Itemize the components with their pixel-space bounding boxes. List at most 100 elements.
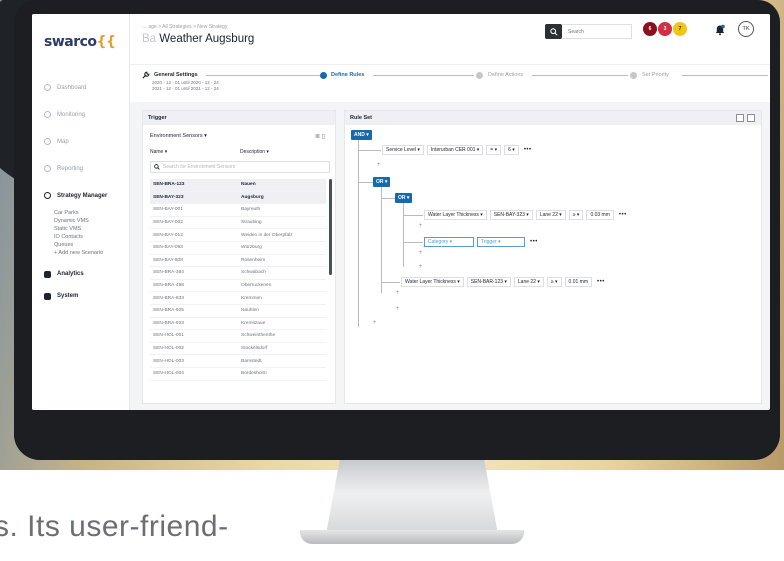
step-define-rules[interactable]: Define Rules (331, 72, 364, 78)
sensor-select[interactable]: SEN-BAY-323 ▾ (489, 210, 533, 220)
lane-select[interactable]: Lane 22 ▾ (513, 277, 544, 287)
sensor-search-placeholder: Search for Environment Sensors (163, 164, 236, 170)
stage: s. Its user-friend- swarco{{ Dashboard M… (0, 0, 784, 561)
sidebar-item-system[interactable]: System (32, 285, 130, 307)
table-row[interactable]: SEN-BAY-012 Weiden in der Oberpfalz (150, 229, 326, 242)
sidebar-item-monitoring[interactable]: Monitoring (32, 101, 130, 128)
sidebar-item-strategy-manager[interactable]: Strategy Manager (32, 182, 130, 209)
step-dot-define-actions[interactable] (476, 72, 483, 79)
field-select[interactable]: Service Level ▾ (382, 145, 424, 155)
more-icon[interactable]: ••• (619, 212, 627, 218)
table-row[interactable]: SEN-BRA-833 Kremmen (150, 292, 326, 305)
sensor-description: Stockelsdorf (241, 346, 268, 352)
scrollbar[interactable] (329, 179, 332, 275)
table-row[interactable]: SEN-BAY-323 Augsburg (150, 191, 326, 205)
table-row[interactable]: SEN-BAY-001 Bayreuth (150, 204, 326, 217)
rule-water-layer-2: Water Layer Thickness ▾ SEN-BAR-123 ▾ La… (401, 277, 605, 287)
tree-line (381, 187, 382, 293)
page-title-prefix: Ba (142, 33, 157, 45)
step-connector (532, 75, 628, 76)
table-row[interactable]: SEN-HOL-003 Barnstedt (150, 355, 326, 368)
split-view-icon[interactable] (736, 114, 744, 122)
value-input[interactable]: 0.03 mm (586, 210, 614, 220)
expand-icon[interactable] (747, 114, 755, 122)
field-select[interactable]: Water Layer Thickness ▾ (401, 277, 464, 287)
tree-line (358, 140, 359, 327)
table-row[interactable]: SEN-BRA-384 Schwabach (150, 267, 326, 280)
step-dot-define-rules[interactable] (320, 72, 327, 79)
avatar[interactable]: TK (738, 21, 754, 37)
operator-or[interactable]: OR ▾ (373, 177, 391, 187)
breadcrumb[interactable]: … age > All Strategies > New Strategy (142, 24, 227, 30)
table-row[interactable]: SEN-BAY-093 Würzburg (150, 242, 326, 255)
add-rule-icon[interactable]: + (394, 306, 401, 313)
more-icon[interactable]: ••• (524, 147, 532, 153)
ruleset-toolbar (733, 114, 755, 122)
list-view-icon[interactable]: ≣ ▯ (315, 133, 325, 140)
sensor-select[interactable]: SEN-BAR-123 ▾ (466, 277, 511, 287)
more-icon[interactable]: ••• (530, 239, 538, 245)
sub-item-dynamic-vms[interactable]: Dynamic VMS (32, 217, 130, 225)
add-rule-icon[interactable]: + (417, 250, 424, 257)
table-row[interactable]: SEN-BAY-002 Straubing (150, 217, 326, 230)
table-row[interactable]: SEN-BRA-923 Kremitzaue (150, 318, 326, 331)
column-description[interactable]: Description ▾ (240, 149, 330, 155)
category-select[interactable]: Category ▾ (424, 237, 474, 247)
sub-item-queues[interactable]: Queues (32, 241, 130, 249)
comparator-select[interactable]: ≥ ▾ (546, 277, 562, 287)
sub-item-car-parks[interactable]: Car Parks (32, 209, 130, 217)
sub-item-static-vms[interactable]: Static VMS (32, 225, 130, 233)
field-select[interactable]: Water Layer Thickness ▾ (424, 210, 487, 220)
lane-select[interactable]: Lane 22 ▾ (535, 210, 566, 220)
status-badge-warning[interactable]: 7 (673, 22, 687, 36)
status-badge-critical[interactable]: 6 (643, 22, 657, 36)
sensor-name: SEN-HOL-001 (153, 333, 184, 339)
table-row[interactable]: SEN-HOL-002 Stockelsdorf (150, 343, 326, 356)
table-row[interactable]: SEN-HOL-004 Bordesholm (150, 368, 326, 381)
general-settings[interactable]: General Settings (142, 71, 198, 79)
more-icon[interactable]: ••• (597, 279, 605, 285)
app-logo[interactable]: swarco{{ (44, 34, 116, 50)
rule-water-layer-1: Water Layer Thickness ▾ SEN-BAY-323 ▾ La… (424, 210, 627, 220)
table-row[interactable]: SEN-HOL-001 Schweinthenthe (150, 330, 326, 343)
sensor-type-select[interactable]: Environment Sensors ▾ (150, 133, 207, 139)
value-select[interactable]: 6 ▾ (504, 145, 519, 155)
add-rule-icon[interactable]: + (371, 320, 378, 327)
table-row[interactable]: SEN-BRA-498 Oberruckenen (150, 280, 326, 293)
add-rule-icon[interactable]: + (417, 264, 424, 271)
general-settings-label: General Settings (154, 72, 198, 78)
search-input[interactable] (562, 24, 632, 39)
operator-and[interactable]: AND ▾ (351, 130, 372, 140)
table-row[interactable]: SEN-BRA-925 Nauhlen (150, 305, 326, 318)
sensor-description: Bordesholm (241, 371, 267, 377)
sub-item-io-contacts[interactable]: IO Contacts (32, 233, 130, 241)
sidebar-item-reporting[interactable]: Reporting (32, 155, 130, 182)
add-rule-icon[interactable]: + (375, 162, 382, 169)
comparator-select[interactable]: = ▾ (486, 145, 502, 155)
step-dot-set-priority[interactable] (630, 72, 637, 79)
sensor-search-field[interactable]: Search for Environment Sensors (150, 161, 330, 173)
column-name[interactable]: Name ▾ (150, 149, 240, 155)
sidebar-item-dashboard[interactable]: Dashboard (32, 74, 130, 101)
sidebar-item-analytics[interactable]: Analytics (32, 263, 130, 285)
operator-or-nested[interactable]: OR ▾ (395, 193, 413, 203)
entity-select[interactable]: Interurban CER 001 ▾ (426, 145, 484, 155)
value-input[interactable]: 0.01 mm (564, 277, 592, 287)
table-row[interactable]: SEN-BAY-808 Rosenheim (150, 255, 326, 268)
sensor-description: Schweinthenthe (241, 333, 276, 339)
add-rule-icon[interactable]: + (417, 223, 424, 230)
step-define-actions[interactable]: Define Actions (488, 72, 523, 78)
table-row[interactable]: SEN-BRA-123 Nauen (150, 179, 326, 192)
bell-icon[interactable] (714, 24, 726, 36)
sidebar-item-map[interactable]: Map (32, 128, 130, 155)
step-set-priority[interactable]: Set Priority (642, 72, 669, 78)
gear-icon (44, 292, 51, 300)
wizard-stepper: General Settings 2020 - 12 - 01 until 20… (130, 64, 770, 102)
dashboard-icon (44, 84, 51, 91)
search-button[interactable] (545, 24, 562, 39)
comparator-select[interactable]: ≥ ▾ (568, 210, 584, 220)
add-rule-icon[interactable]: + (394, 290, 401, 297)
status-badge-error[interactable]: 3 (658, 22, 672, 36)
add-scenario-link[interactable]: + Add new Scenario (32, 249, 130, 257)
trigger-select[interactable]: Trigger ▾ (477, 237, 525, 247)
